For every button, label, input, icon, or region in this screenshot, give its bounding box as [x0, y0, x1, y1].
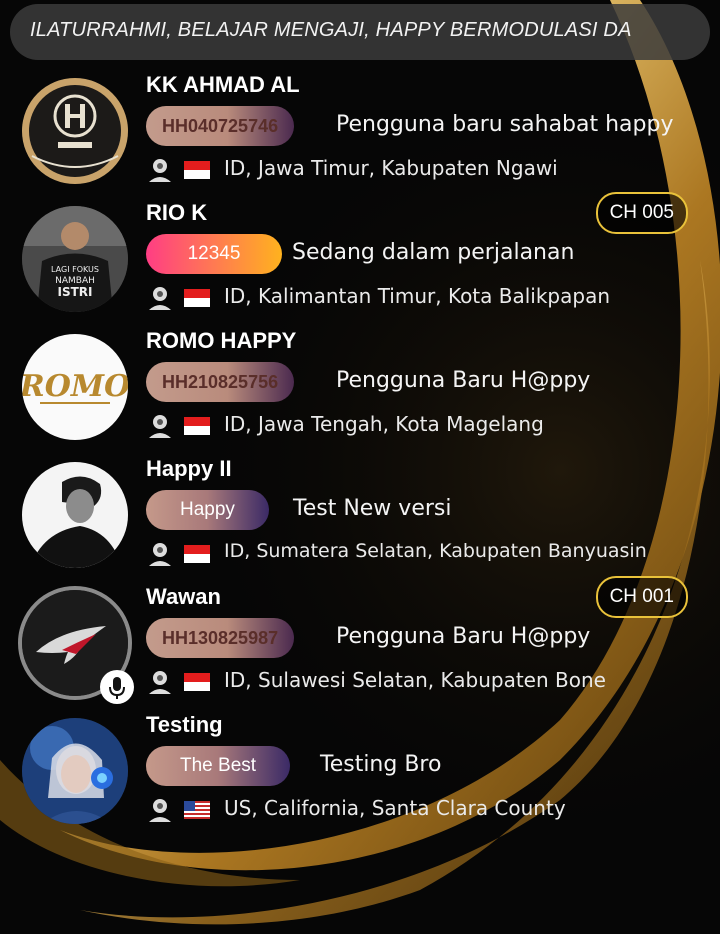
- svg-text:ROMO: ROMO: [22, 369, 128, 404]
- location-pin-icon: [149, 799, 171, 822]
- channel-badge[interactable]: CH 005: [595, 192, 688, 234]
- location-pin-icon: [149, 159, 171, 182]
- avatar[interactable]: [22, 462, 128, 568]
- svg-text:LAGI FOKUS: LAGI FOKUS: [51, 265, 99, 274]
- location-pin-icon: [149, 287, 171, 310]
- flag-id-icon: [184, 673, 210, 691]
- user-name: RIO K: [146, 200, 208, 225]
- user-status: Sedang dalam perjalanan: [292, 240, 575, 265]
- user-tag: HH210825756: [146, 362, 295, 402]
- avatar[interactable]: [22, 78, 128, 184]
- flag-id-icon: [184, 161, 210, 179]
- flag-us-icon: [184, 801, 210, 819]
- user-tag: HH040725746: [146, 106, 295, 146]
- avatar[interactable]: [22, 718, 128, 824]
- user-row[interactable]: KK AHMAD AL HH040725746 Pengguna baru sa…: [0, 70, 720, 198]
- user-status: Pengguna baru sahabat happy: [336, 112, 674, 137]
- user-name: Wawan: [146, 584, 221, 609]
- user-name: Testing: [146, 712, 223, 737]
- user-row[interactable]: ROMO ROMO HAPPY HH210825756 Pengguna Bar…: [0, 326, 720, 454]
- user-tag: 12345: [146, 234, 282, 274]
- mic-indicator: [100, 670, 134, 704]
- location-pin-icon: [149, 671, 171, 694]
- user-name: Happy II: [146, 456, 232, 481]
- flag-id-icon: [184, 417, 210, 435]
- user-tag: HH130825987: [146, 618, 295, 658]
- announcement-text: ILATURRAHMI, BELAJAR MENGAJI, HAPPY BERM…: [30, 19, 632, 41]
- svg-text:ISTRI: ISTRI: [58, 285, 93, 299]
- user-status: Pengguna Baru H@ppy: [336, 624, 591, 649]
- user-status: Testing Bro: [320, 752, 442, 777]
- user-row[interactable]: Testing The Best Testing Bro US, Califor…: [0, 710, 720, 838]
- user-status: Test New versi: [293, 496, 452, 521]
- announcement-marquee[interactable]: ILATURRAHMI, BELAJAR MENGAJI, HAPPY BERM…: [10, 4, 710, 60]
- flag-id-icon: [184, 545, 210, 563]
- flag-id-icon: [184, 289, 210, 307]
- user-row[interactable]: LAGI FOKUS NAMBAH ISTRI RIO K CH 005 123…: [0, 192, 720, 326]
- user-name: ROMO HAPPY: [146, 328, 297, 353]
- user-row[interactable]: Happy II Happy Test New versi ID, Sumate…: [0, 454, 720, 582]
- avatar[interactable]: LAGI FOKUS NAMBAH ISTRI: [22, 206, 128, 312]
- user-row[interactable]: Wawan CH 001 HH130825987 Pengguna Baru H…: [0, 576, 720, 710]
- user-name: KK AHMAD AL: [146, 72, 300, 97]
- avatar[interactable]: ROMO: [22, 334, 128, 440]
- user-tag: The Best: [146, 746, 291, 786]
- user-status: Pengguna Baru H@ppy: [336, 368, 591, 393]
- user-tag: Happy: [146, 490, 269, 530]
- location-pin-icon: [149, 415, 171, 438]
- location-pin-icon: [149, 543, 171, 566]
- channel-badge[interactable]: CH 001: [595, 576, 688, 618]
- microphone-icon: [109, 677, 125, 699]
